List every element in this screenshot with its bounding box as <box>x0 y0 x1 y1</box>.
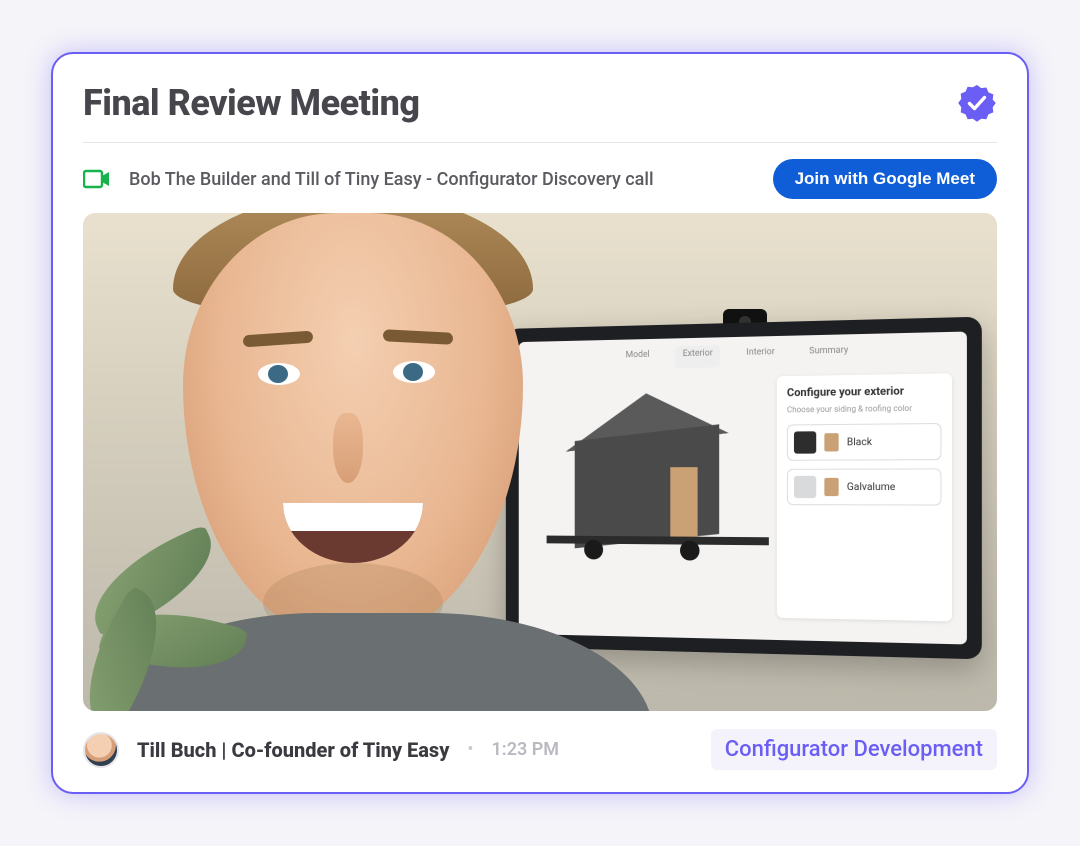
plant-decoration <box>83 511 253 711</box>
timestamp: 1:23 PM <box>492 739 560 760</box>
category-tag[interactable]: Configurator Development <box>711 729 997 770</box>
video-camera-icon <box>83 169 111 189</box>
verified-badge-icon <box>957 83 997 123</box>
card-title: Final Review Meeting <box>83 82 420 124</box>
meeting-title: Bob The Builder and Till of Tiny Easy - … <box>129 169 654 190</box>
config-panel-title: Configure your exterior <box>787 384 942 400</box>
join-meet-button[interactable]: Join with Google Meet <box>773 159 997 199</box>
person-name: Till Buch | Co-founder of Tiny Easy <box>137 738 449 762</box>
card-footer: Till Buch | Co-founder of Tiny Easy • 1:… <box>83 711 997 770</box>
card-header: Final Review Meeting <box>83 82 997 143</box>
video-preview: ModelExteriorInteriorSummary Configure y… <box>83 213 997 711</box>
exterior-option: Galvalume <box>787 468 942 505</box>
config-panel: Configure your exterior Choose your sidi… <box>777 373 952 621</box>
meeting-card: Final Review Meeting Bob The Builder and… <box>51 52 1029 794</box>
separator-dot: • <box>467 739 473 760</box>
avatar <box>83 732 119 768</box>
config-panel-subtitle: Choose your siding & roofing color <box>787 403 942 414</box>
exterior-option: Black <box>787 423 942 461</box>
meeting-row: Bob The Builder and Till of Tiny Easy - … <box>83 143 997 213</box>
